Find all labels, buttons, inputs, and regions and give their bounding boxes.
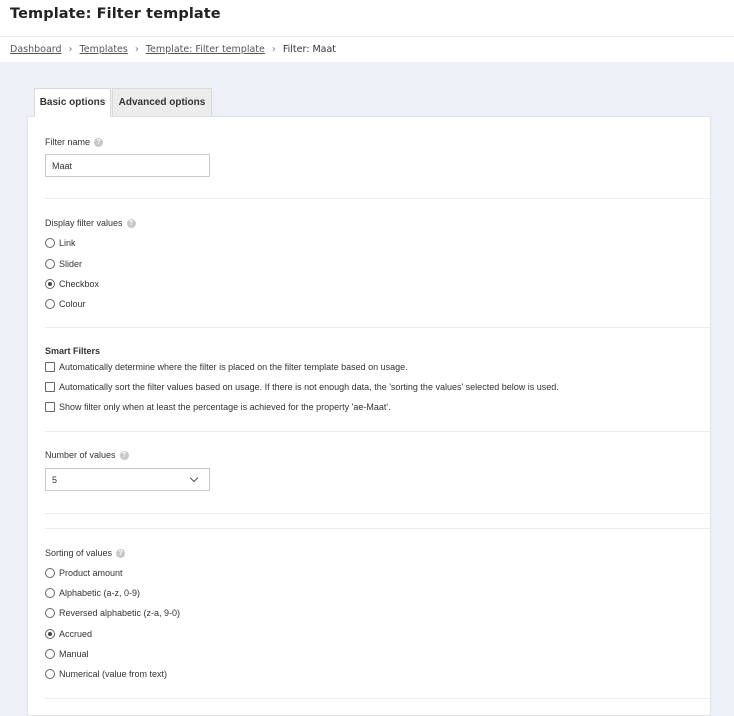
radio-button[interactable] [45,259,55,269]
smart-filter-option-placement-label: Automatically determine where the filter… [59,362,408,372]
display-option-slider-label: Slider [59,259,83,269]
sorting-of-values-label: Sorting of values ? [45,548,126,558]
display-filter-values-label: Display filter values ? [45,218,136,228]
sorting-option-product-amount-label: Product amount [59,568,123,578]
sorting-option-manual-label: Manual [59,649,89,659]
display-option-checkbox-label: Checkbox [59,279,100,289]
options-panel: Filter name ? Display filter values ? Li… [27,116,711,716]
breadcrumb-separator: › [271,44,276,55]
filter-name-label: Filter name ? [45,137,104,147]
number-of-values-selected: 5 [52,474,58,485]
radio-button[interactable] [45,608,55,618]
smart-filter-option-placement[interactable]: Automatically determine where the filter… [45,362,408,372]
smart-filter-option-percentage-label: Show filter only when at least the perce… [59,402,391,412]
sorting-option-accrued[interactable]: Accrued [45,629,92,639]
question-mark-icon[interactable]: ? [94,137,104,147]
section-divider [45,431,710,432]
display-option-link[interactable]: Link [45,238,76,248]
radio-button[interactable] [45,568,55,578]
radio-button[interactable] [45,669,55,679]
sorting-option-reversed-alphabetic[interactable]: Reversed alphabetic (z-a, 9-0) [45,608,180,618]
breadcrumb-separator: › [134,44,139,55]
sorting-option-numerical-label: Numerical (value from text) [59,669,168,679]
radio-button-selected[interactable] [45,279,55,289]
display-option-checkbox[interactable]: Checkbox [45,279,99,289]
tab-basic-options[interactable]: Basic options [34,88,111,117]
section-divider [45,513,710,514]
display-filter-values-label-text: Display filter values [45,218,123,228]
breadcrumb-current: Filter: Maat [282,44,337,55]
smart-filter-option-sort[interactable]: Automatically sort the filter values bas… [45,382,559,392]
title-divider [0,36,734,37]
section-divider [45,327,710,328]
breadcrumb: Dashboard › Templates › Template: Filter tem… [10,44,336,55]
page-title: Template: Filter template [10,6,221,22]
sorting-of-values-label-text: Sorting of values [45,548,113,558]
number-of-values-select[interactable]: 5 [45,468,210,491]
checkbox[interactable] [45,382,55,392]
display-option-colour-label: Colour [59,299,86,309]
breadcrumb-separator: › [68,44,73,55]
sorting-option-reversed-alphabetic-label: Reversed alphabetic (z-a, 9-0) [59,608,181,618]
sorting-option-manual[interactable]: Manual [45,649,89,659]
question-mark-icon[interactable]: ? [116,548,126,558]
filter-name-input[interactable] [45,154,210,177]
question-mark-icon[interactable]: ? [126,218,136,228]
question-mark-icon[interactable]: ? [119,450,129,460]
radio-button[interactable] [45,588,55,598]
filter-name-label-text: Filter name [45,137,91,147]
section-divider [45,698,710,699]
number-of-values-label: Number of values ? [45,450,129,460]
tab-advanced-options[interactable]: Advanced options [112,88,212,117]
breadcrumb-template-link[interactable]: Template: Filter template [146,44,265,55]
sorting-option-product-amount[interactable]: Product amount [45,568,123,578]
sorting-option-accrued-label: Accrued [59,629,93,639]
chevron-down-icon [189,473,199,483]
sorting-option-alphabetic-label: Alphabetic (a-z, 0-9) [59,588,141,598]
display-option-slider[interactable]: Slider [45,259,82,269]
radio-button[interactable] [45,649,55,659]
radio-button-selected[interactable] [45,629,55,639]
sorting-option-numerical[interactable]: Numerical (value from text) [45,669,167,679]
radio-button[interactable] [45,238,55,248]
breadcrumb-dashboard-link[interactable]: Dashboard [10,44,62,55]
checkbox[interactable] [45,362,55,372]
smart-filters-heading: Smart Filters [45,346,101,356]
sorting-option-alphabetic[interactable]: Alphabetic (a-z, 0-9) [45,588,140,598]
top-bar: Template: Filter template Dashboard › Temp… [0,0,734,62]
smart-filter-option-sort-label: Automatically sort the filter values bas… [59,382,559,392]
section-divider [45,528,710,529]
radio-button[interactable] [45,299,55,309]
breadcrumb-templates-link[interactable]: Templates [80,44,128,55]
display-option-colour[interactable]: Colour [45,299,86,309]
section-divider [45,198,710,199]
display-option-link-label: Link [59,238,76,248]
number-of-values-label-text: Number of values [45,450,116,460]
checkbox[interactable] [45,402,55,412]
smart-filter-option-percentage[interactable]: Show filter only when at least the perce… [45,402,391,412]
